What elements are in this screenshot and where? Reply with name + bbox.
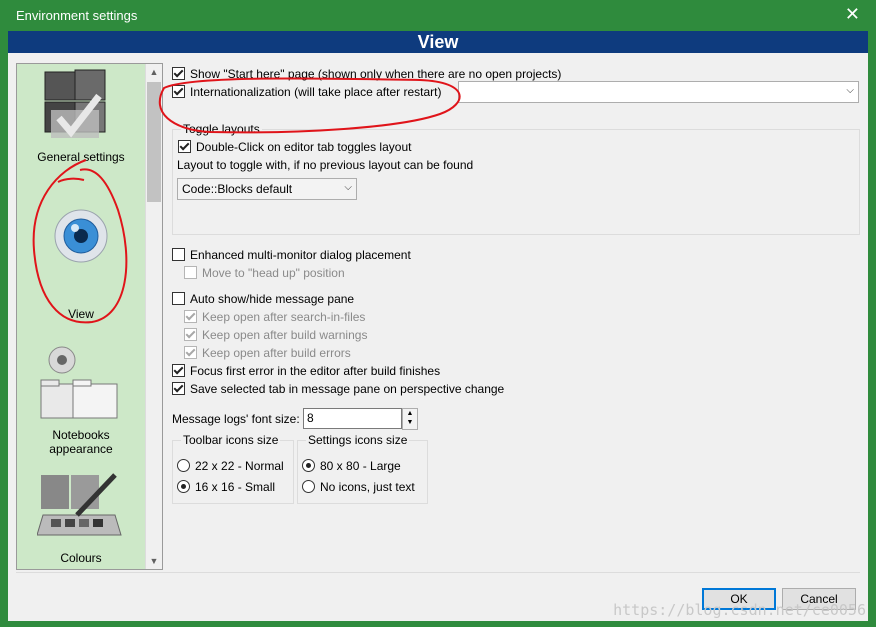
sidebar-item-label-line2: appearance bbox=[49, 442, 113, 456]
radio-button[interactable] bbox=[177, 480, 190, 493]
double-click-checkbox[interactable] bbox=[178, 140, 191, 153]
sidebar-scrollbar[interactable]: ▲ ▼ bbox=[145, 64, 162, 569]
radio-button[interactable] bbox=[302, 459, 315, 472]
move-head-up-checkbox[interactable] bbox=[184, 266, 197, 279]
double-click-toggle-option[interactable]: Double-Click on editor tab toggles layou… bbox=[178, 138, 411, 156]
radio-button[interactable] bbox=[177, 459, 190, 472]
font-size-input[interactable]: 8 bbox=[303, 408, 402, 429]
enhanced-multimonitor-checkbox[interactable] bbox=[172, 248, 185, 261]
scroll-down-icon[interactable]: ▼ bbox=[146, 553, 162, 569]
layout-select[interactable]: Code::Blocks default ⌵ bbox=[177, 178, 357, 200]
sidebar-item-colours[interactable]: Colours bbox=[17, 469, 145, 569]
layout-prompt: Layout to toggle with, if no previous la… bbox=[177, 158, 474, 172]
toolbar-icon-22-option[interactable]: 22 x 22 - Normal bbox=[177, 457, 284, 475]
settings-icons-size-group: Settings icons size 80 x 80 - Large No i… bbox=[297, 433, 428, 504]
sidebar-item-label: Colours bbox=[60, 551, 102, 565]
font-size-spinner[interactable]: ▲ ▼ bbox=[402, 408, 418, 430]
keep-open-warnings-checkbox[interactable] bbox=[184, 328, 197, 341]
folders-icon bbox=[40, 346, 118, 419]
group-title: Toggle layouts bbox=[181, 122, 262, 136]
keep-open-errors-checkbox[interactable] bbox=[184, 346, 197, 359]
dialog-client-area: View General settings View Notebooks app… bbox=[8, 31, 868, 621]
sidebar-item-notebooks-appearance[interactable]: Notebooks appearance bbox=[17, 344, 145, 459]
save-selected-tab-option[interactable]: Save selected tab in message pane on per… bbox=[172, 380, 504, 398]
scroll-up-icon[interactable]: ▲ bbox=[146, 64, 162, 80]
auto-show-hide-option[interactable]: Auto show/hide message pane bbox=[172, 290, 354, 308]
focus-first-error-option[interactable]: Focus first error in the editor after bu… bbox=[172, 362, 440, 380]
spin-up-icon[interactable]: ▲ bbox=[403, 409, 417, 418]
toggle-layouts-group: Toggle layouts Double-Click on editor ta… bbox=[172, 122, 860, 235]
keep-open-warnings-option[interactable]: Keep open after build warnings bbox=[184, 326, 367, 344]
sidebar-item-label-line1: Notebooks bbox=[52, 428, 110, 442]
watermark: https://blog.csdn.net/ce0056 bbox=[613, 601, 866, 619]
palette-icon bbox=[37, 473, 122, 536]
settings-icon-80-option[interactable]: 80 x 80 - Large bbox=[302, 457, 401, 475]
close-icon[interactable]: ✕ bbox=[845, 4, 860, 24]
move-head-up-option[interactable]: Move to "head up" position bbox=[184, 264, 345, 282]
font-size-label: Message logs' font size: bbox=[172, 412, 300, 426]
title-bar: Environment settings ✕ bbox=[0, 0, 876, 31]
save-selected-tab-checkbox[interactable] bbox=[172, 382, 185, 395]
divider bbox=[16, 572, 860, 573]
keep-open-search-checkbox[interactable] bbox=[184, 310, 197, 323]
radio-button[interactable] bbox=[302, 480, 315, 493]
internationalization-option[interactable]: Internationalization (will take place af… bbox=[172, 83, 441, 101]
enhanced-multimonitor-option[interactable]: Enhanced multi-monitor dialog placement bbox=[172, 246, 411, 264]
group-title: Toolbar icons size bbox=[181, 433, 281, 447]
spin-down-icon[interactable]: ▼ bbox=[403, 418, 417, 427]
scrollbar-thumb[interactable] bbox=[147, 82, 161, 202]
sidebar-item-view[interactable]: View bbox=[17, 194, 145, 324]
view-settings-panel: Show "Start here" page (shown only when … bbox=[168, 63, 863, 568]
keep-open-errors-option[interactable]: Keep open after build errors bbox=[184, 344, 351, 362]
language-dropdown[interactable]: ⌵ bbox=[458, 81, 859, 103]
focus-first-error-checkbox[interactable] bbox=[172, 364, 185, 377]
toolbar-icon-16-option[interactable]: 16 x 16 - Small bbox=[177, 478, 275, 496]
general-settings-icon bbox=[44, 69, 106, 138]
show-start-here-checkbox[interactable] bbox=[172, 67, 185, 80]
settings-category-list[interactable]: General settings View Notebooks appearan… bbox=[16, 63, 163, 570]
keep-open-search-option[interactable]: Keep open after search-in-files bbox=[184, 308, 365, 326]
sidebar-item-general-settings[interactable]: General settings bbox=[17, 64, 145, 166]
page-title: View bbox=[8, 31, 868, 53]
chevron-down-icon: ⌵ bbox=[344, 182, 352, 193]
window-title: Environment settings bbox=[16, 8, 138, 23]
sidebar-item-label: General settings bbox=[37, 150, 125, 164]
auto-show-hide-checkbox[interactable] bbox=[172, 292, 185, 305]
chevron-down-icon: ⌵ bbox=[846, 85, 854, 96]
toolbar-icons-size-group: Toolbar icons size 22 x 22 - Normal 16 x… bbox=[172, 433, 294, 504]
settings-icon-none-option[interactable]: No icons, just text bbox=[302, 478, 415, 496]
environment-settings-window: Environment settings ✕ View General sett… bbox=[0, 0, 876, 627]
eye-icon bbox=[54, 209, 108, 263]
sidebar-item-label: View bbox=[68, 307, 94, 321]
group-title: Settings icons size bbox=[306, 433, 410, 447]
internationalization-checkbox[interactable] bbox=[172, 85, 185, 98]
